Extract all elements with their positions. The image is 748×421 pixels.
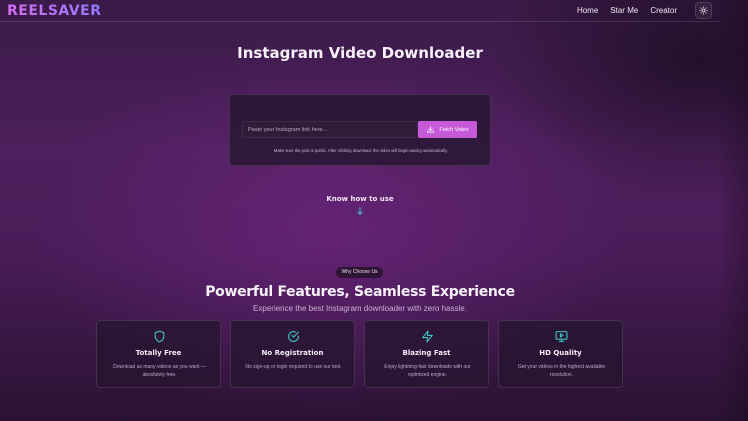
feature-description: Download as many videos as you want — ab… bbox=[113, 364, 206, 378]
nav-creator[interactable]: Creator bbox=[650, 6, 677, 15]
section-title: Powerful Features, Seamless Experience bbox=[205, 284, 515, 300]
scrollbar-gutter bbox=[718, 0, 748, 421]
feature-description: No sign-up or login required to use our … bbox=[245, 364, 342, 370]
main-nav: Home Star Me Creator bbox=[565, 6, 677, 15]
nav-home[interactable]: Home bbox=[577, 6, 598, 15]
monitor-play-icon bbox=[555, 331, 568, 342]
feature-card-hd: HD Quality Get your videos in the highes… bbox=[498, 320, 623, 388]
fetch-video-label: Fetch Video bbox=[439, 126, 469, 133]
brand-logo[interactable]: REELSAVER bbox=[7, 3, 101, 19]
feature-title: No Registration bbox=[261, 349, 324, 357]
nav-star-me[interactable]: Star Me bbox=[610, 6, 638, 15]
section-subtitle: Experience the best Instagram downloader… bbox=[253, 304, 467, 313]
download-icon bbox=[427, 126, 435, 133]
download-note: Make sure the post is public. After clic… bbox=[273, 148, 449, 153]
instagram-link-input[interactable] bbox=[242, 121, 418, 138]
arrow-down-icon[interactable] bbox=[355, 206, 365, 216]
downloader-card: Fetch Video Make sure the post is public… bbox=[229, 94, 491, 166]
feature-title: Blazing Fast bbox=[402, 349, 451, 357]
feature-description: Get your videos in the highest available… bbox=[517, 364, 606, 378]
features-grid: Totally Free Download as many videos as … bbox=[96, 320, 624, 389]
fetch-video-button[interactable]: Fetch Video bbox=[418, 121, 477, 138]
feature-card-free: Totally Free Download as many videos as … bbox=[96, 320, 221, 388]
lightning-icon bbox=[422, 330, 433, 343]
sun-icon bbox=[699, 6, 708, 15]
shield-icon bbox=[154, 330, 165, 343]
top-navbar: REELSAVER Home Star Me Creator bbox=[0, 0, 720, 22]
feature-card-no-registration: No Registration No sign-up or login requ… bbox=[230, 320, 355, 388]
feature-title: HD Quality bbox=[539, 349, 582, 357]
section-chip: Why Choose Us bbox=[336, 267, 383, 278]
feature-title: Totally Free bbox=[135, 349, 182, 357]
know-how-link[interactable]: Know how to use bbox=[0, 195, 720, 203]
feature-card-fast: Blazing Fast Enjoy lightning-fast downlo… bbox=[364, 320, 489, 388]
check-circle-icon bbox=[288, 331, 299, 342]
theme-toggle-button[interactable] bbox=[695, 2, 712, 19]
feature-description: Enjoy lightning-fast downloads with our … bbox=[384, 364, 471, 378]
page-title: Instagram Video Downloader bbox=[237, 44, 483, 62]
